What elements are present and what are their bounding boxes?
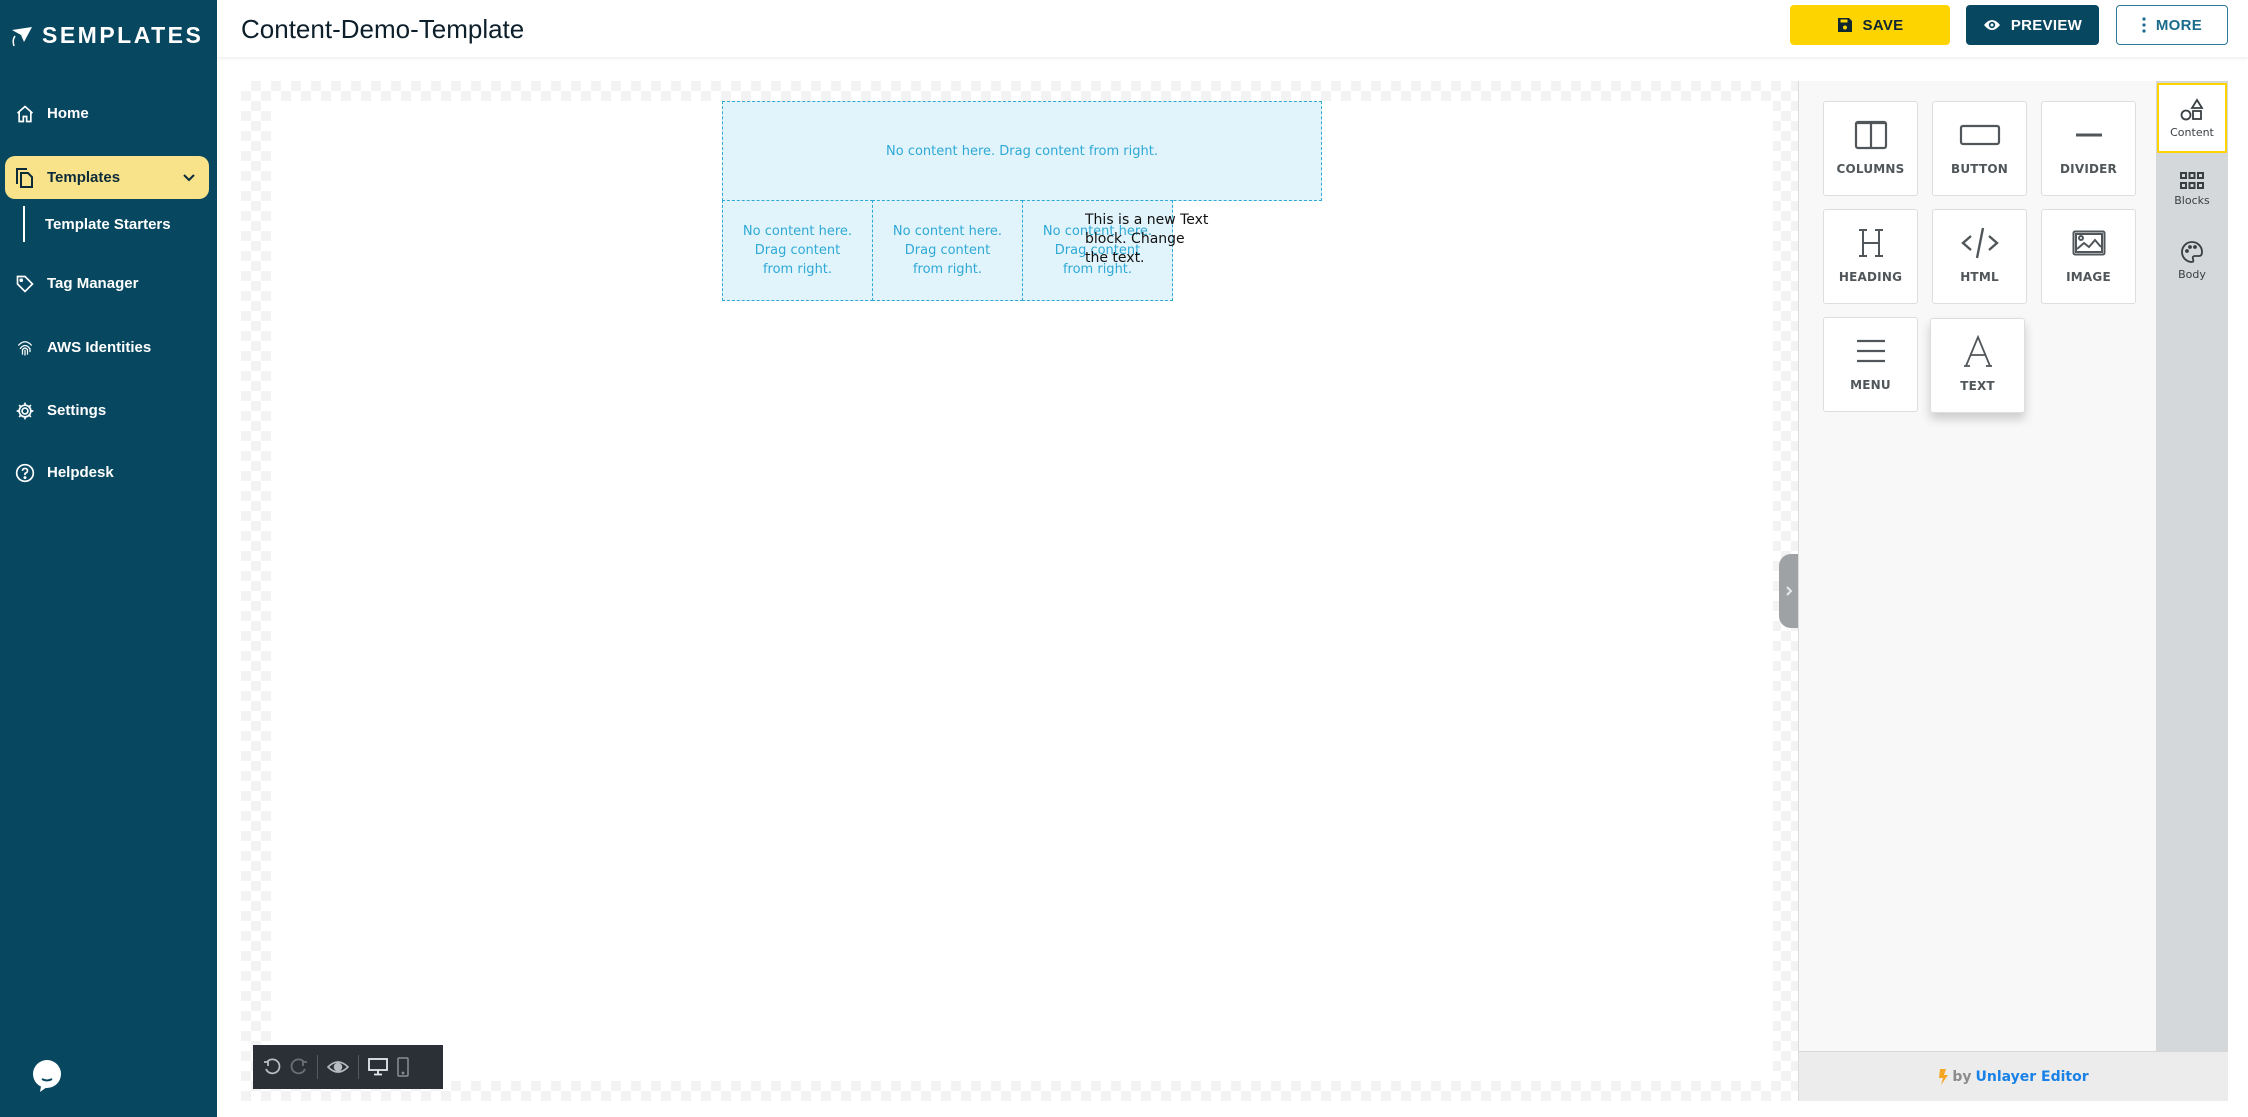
tile-label: HEADING <box>1838 270 1903 284</box>
sidebar-item-home[interactable]: Home <box>5 92 209 135</box>
tile-label: MENU <box>1850 378 1891 392</box>
tile-image[interactable]: IMAGE <box>2041 209 2136 304</box>
tile-divider[interactable]: DIVIDER <box>2041 101 2136 196</box>
panel-tabs: Content Blocks Body <box>2156 81 2228 1051</box>
eye-icon <box>1983 20 2000 30</box>
tile-text[interactable]: TEXT <box>1930 318 2025 413</box>
tile-heading[interactable]: HEADING <box>1823 209 1918 304</box>
grid-icon <box>2180 171 2204 189</box>
toolbar-divider <box>358 1055 359 1079</box>
tile-label: HTML <box>1960 270 1999 284</box>
paper-plane-icon <box>12 26 32 46</box>
tile-label: COLUMNS <box>1836 162 1905 176</box>
preview-eye-icon <box>327 1061 349 1073</box>
tab-label: Body <box>2178 267 2206 281</box>
help-circle-icon <box>15 463 35 482</box>
empty-drop-zone-column[interactable]: No content here. Drag content from right… <box>872 200 1023 301</box>
tile-button[interactable]: BUTTON <box>1932 101 2027 196</box>
tag-icon <box>16 275 34 293</box>
sidebar-item-label: Tag Manager <box>47 275 139 292</box>
brand-name: SEMPLATES <box>42 22 204 48</box>
image-icon <box>2072 230 2105 256</box>
page-title: Content-Demo-Template <box>241 14 525 44</box>
tab-body[interactable]: Body <box>2156 225 2228 295</box>
undo-icon <box>264 1058 281 1075</box>
empty-drop-zone-full[interactable]: No content here. Drag content from right… <box>722 101 1322 201</box>
tile-label: IMAGE <box>2066 270 2111 284</box>
sidebar-item-label: Templates <box>47 169 121 186</box>
lightning-bolt-icon <box>1939 1068 1949 1085</box>
brand-logo[interactable]: SEMPLATES <box>10 22 203 49</box>
editor-canvas-background: No content here. Drag content from right… <box>241 81 1801 1101</box>
preview-toggle-button[interactable] <box>327 1060 349 1074</box>
mobile-icon <box>397 1057 409 1077</box>
sidebar-item-tag-manager[interactable]: Tag Manager <box>5 262 209 305</box>
preview-label: PREVIEW <box>2010 16 2083 34</box>
save-button[interactable]: SAVE <box>1790 5 1950 45</box>
undo-button[interactable] <box>263 1058 281 1076</box>
palette-icon <box>2181 240 2203 263</box>
sidebar-item-label: Home <box>47 105 89 122</box>
button-icon <box>1959 124 2000 146</box>
tile-columns[interactable]: COLUMNS <box>1823 101 1918 196</box>
redo-button[interactable] <box>290 1058 308 1076</box>
sidebar-item-label: Template Starters <box>45 215 171 233</box>
empty-drop-zone-column[interactable]: No content here. Drag content from right… <box>722 200 873 301</box>
tab-label: Blocks <box>2174 193 2210 207</box>
top-header: Content-Demo-Template SAVE PREVIEW MORE <box>217 0 2248 57</box>
sidebar-item-settings[interactable]: Settings <box>5 389 209 432</box>
text-block[interactable]: This is a new Text block. Change the tex… <box>1085 211 1210 268</box>
shapes-icon <box>2180 97 2204 120</box>
sidebar-item-aws-identities[interactable]: AWS Identities <box>5 326 209 369</box>
tab-blocks[interactable]: Blocks <box>2156 154 2228 224</box>
toolbar-divider <box>317 1055 318 1079</box>
sidebar: SEMPLATES Home Templates Template Starte… <box>0 0 217 1117</box>
text-icon <box>1963 335 1992 367</box>
divider-icon <box>2075 133 2102 137</box>
tile-label: BUTTON <box>1951 162 2008 176</box>
sidebar-item-template-starters[interactable]: Template Starters <box>23 206 171 242</box>
tile-menu[interactable]: MENU <box>1823 317 1918 412</box>
sidebar-item-label: Helpdesk <box>47 464 114 481</box>
desktop-icon <box>368 1058 388 1076</box>
copy-icon <box>16 167 33 188</box>
chat-bubble-icon[interactable] <box>32 1060 62 1092</box>
save-label: SAVE <box>1862 16 1904 34</box>
more-label: MORE <box>2155 16 2203 34</box>
gear-icon <box>16 402 34 419</box>
powered-by-text: by <box>1952 1068 1972 1085</box>
sidebar-item-label: AWS Identities <box>47 339 152 356</box>
code-icon <box>1960 227 1999 259</box>
panel-footer: by Unlayer Editor <box>1798 1051 2228 1101</box>
content-panel: COLUMNS BUTTON DIVIDER HEADING HTML IMAG… <box>1798 81 2156 1051</box>
tab-content[interactable]: Content <box>2157 83 2227 153</box>
unlayer-editor-link[interactable]: Unlayer Editor <box>1976 1069 2089 1085</box>
columns-icon <box>1854 120 1887 150</box>
vertical-dots-icon <box>2142 17 2146 33</box>
preview-button[interactable]: PREVIEW <box>1966 5 2099 45</box>
chevron-right-icon <box>1786 586 1793 596</box>
fingerprint-icon <box>17 340 33 355</box>
collapse-panel-handle[interactable] <box>1779 554 1799 628</box>
tile-label: DIVIDER <box>2060 162 2117 176</box>
tile-html[interactable]: HTML <box>1932 209 2027 304</box>
editor-toolbar <box>253 1045 443 1089</box>
sidebar-item-helpdesk[interactable]: Helpdesk <box>5 451 209 494</box>
email-canvas[interactable]: No content here. Drag content from right… <box>271 101 1773 1081</box>
menu-icon <box>1856 339 1885 363</box>
sidebar-item-templates[interactable]: Templates <box>5 156 209 199</box>
tile-label: TEXT <box>1960 379 1995 393</box>
redo-icon <box>290 1058 307 1075</box>
more-button[interactable]: MORE <box>2116 5 2228 45</box>
floppy-disk-icon <box>1837 18 1852 32</box>
mobile-view-button[interactable] <box>397 1057 409 1077</box>
sidebar-item-label: Settings <box>47 402 107 419</box>
home-icon <box>16 104 34 122</box>
desktop-view-button[interactable] <box>368 1058 388 1076</box>
tab-label: Content <box>2170 125 2214 139</box>
heading-icon <box>1858 229 1883 257</box>
chevron-down-icon[interactable] <box>181 169 197 185</box>
